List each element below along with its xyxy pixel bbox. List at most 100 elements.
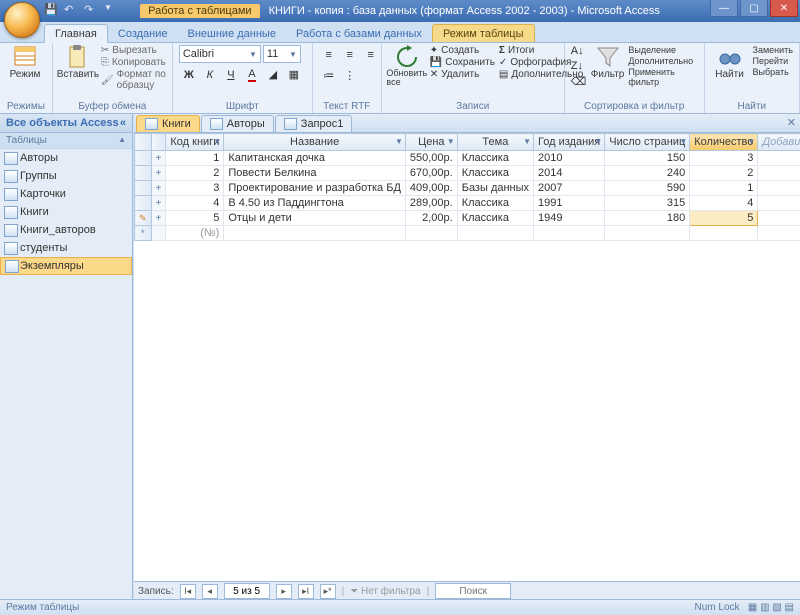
cell[interactable]: В 4.50 из Паддингтона (224, 196, 406, 211)
chevron-down-icon[interactable]: ▼ (679, 137, 687, 146)
paste-button[interactable]: Вставить (59, 45, 97, 80)
expand-row-button[interactable]: + (151, 151, 166, 166)
cell[interactable]: 1949 (534, 211, 605, 226)
align-right-button[interactable]: ≡ (361, 45, 381, 64)
font-name-combo[interactable]: Calibri▼ (179, 45, 261, 63)
row-selector[interactable] (135, 166, 152, 181)
cell[interactable]: Отцы и дети (224, 211, 406, 226)
save-icon[interactable]: 💾 (44, 3, 60, 19)
chevron-down-icon[interactable]: ▼ (447, 137, 455, 146)
cell[interactable]: 150 (605, 151, 690, 166)
cell[interactable]: Проектирование и разработка БД (224, 181, 406, 196)
cell[interactable]: 670,00р. (405, 166, 457, 181)
save-record-button[interactable]: 💾Сохранить (430, 57, 495, 68)
cell[interactable]: 180 (605, 211, 690, 226)
nav-section-tables[interactable]: Таблицы▲ (0, 133, 132, 149)
nav-item-книги[interactable]: Книги (0, 203, 132, 221)
datasheet-grid[interactable]: Код книги▼Название▼Цена▼Тема▼Год издания… (134, 133, 800, 581)
doc-tab-книги[interactable]: Книги (136, 115, 200, 132)
prev-record-button[interactable]: ◂ (202, 584, 218, 599)
bold-button[interactable]: Ж (179, 65, 199, 84)
cell[interactable]: 240 (605, 166, 690, 181)
undo-icon[interactable]: ↶ (64, 3, 80, 19)
sort-asc-button[interactable]: A↓ (571, 45, 587, 59)
cell[interactable]: 1 (166, 151, 224, 166)
new-record-button[interactable]: ✦Создать (430, 45, 495, 56)
cell[interactable]: 2 (690, 166, 758, 181)
office-button[interactable] (4, 2, 40, 38)
doc-tab-запрос1[interactable]: Запрос1 (275, 115, 353, 132)
column-header[interactable]: Год издания▼ (534, 134, 605, 151)
chevron-left-icon[interactable]: « (120, 117, 126, 129)
cell[interactable]: 2,00р. (405, 211, 457, 226)
toggle-filter-button[interactable]: Применить фильтр (628, 67, 697, 87)
last-record-button[interactable]: ▸I (298, 584, 314, 599)
column-header[interactable]: Число страниц▼ (605, 134, 690, 151)
add-field-column[interactable]: Добавить поле (758, 134, 800, 151)
align-left-button[interactable]: ≡ (319, 45, 339, 64)
gridlines-button[interactable]: ▦ (284, 65, 304, 84)
cell[interactable]: Капитанская дочка (224, 151, 406, 166)
align-center-button[interactable]: ≡ (340, 45, 360, 64)
chevron-down-icon[interactable]: ▼ (213, 137, 221, 146)
nav-pane-header[interactable]: Все объекты Access« (0, 114, 132, 133)
next-record-button[interactable]: ▸ (276, 584, 292, 599)
cell[interactable]: 409,00р. (405, 181, 457, 196)
select-all-corner[interactable] (135, 134, 152, 151)
cell[interactable] (758, 151, 800, 166)
first-record-button[interactable]: I◂ (180, 584, 196, 599)
goto-button[interactable]: Перейти (753, 56, 793, 66)
nav-item-группы[interactable]: Группы (0, 167, 132, 185)
row-selector[interactable] (135, 181, 152, 196)
expand-row-button[interactable]: + (151, 166, 166, 181)
cell[interactable]: 315 (605, 196, 690, 211)
doc-tab-авторы[interactable]: Авторы (201, 115, 274, 132)
cell[interactable]: 4 (690, 196, 758, 211)
ribbon-tab-db-tools[interactable]: Работа с базами данных (286, 25, 432, 42)
view-pivot-icon[interactable]: ▥ (760, 602, 769, 613)
cell[interactable] (758, 196, 800, 211)
cell[interactable]: 550,00р. (405, 151, 457, 166)
record-position-input[interactable] (224, 583, 270, 599)
expand-row-button[interactable]: + (151, 196, 166, 211)
underline-button[interactable]: Ч (221, 65, 241, 84)
cell[interactable]: 4 (166, 196, 224, 211)
view-chart-icon[interactable]: ▧ (772, 602, 781, 613)
collapse-icon[interactable]: ▲ (118, 135, 126, 146)
new-row-selector[interactable]: * (135, 226, 152, 241)
cell[interactable] (758, 181, 800, 196)
filter-indicator[interactable]: ⏷ Нет фильтра (350, 586, 420, 597)
cell[interactable] (758, 211, 800, 226)
column-header[interactable]: Код книги▼ (166, 134, 224, 151)
row-selector[interactable] (135, 196, 152, 211)
cell[interactable]: Классика (457, 196, 533, 211)
cut-button[interactable]: ✂Вырезать (101, 45, 166, 56)
format-painter-button[interactable]: 🖌Формат по образцу (101, 69, 166, 91)
cell[interactable]: 5 (166, 211, 224, 226)
expand-row-button[interactable]: + (151, 211, 166, 226)
cell[interactable] (758, 166, 800, 181)
nav-item-авторы[interactable]: Авторы (0, 149, 132, 167)
cell[interactable]: Классика (457, 166, 533, 181)
ribbon-tab-external[interactable]: Внешние данные (178, 25, 286, 42)
view-datasheet-icon[interactable]: ▦ (748, 602, 757, 613)
chevron-down-icon[interactable]: ▼ (747, 137, 755, 146)
cell[interactable]: 3 (166, 181, 224, 196)
expand-row-button[interactable]: + (151, 181, 166, 196)
new-record-nav-button[interactable]: ▸* (320, 584, 336, 599)
italic-button[interactable]: К (200, 65, 220, 84)
filter-button[interactable]: Фильтр (591, 45, 625, 80)
chevron-down-icon[interactable]: ▼ (395, 137, 403, 146)
clear-sort-button[interactable]: ⌫ (571, 75, 587, 89)
minimize-button[interactable]: — (710, 0, 738, 17)
font-size-combo[interactable]: 11▼ (263, 45, 301, 63)
cell[interactable]: 2 (166, 166, 224, 181)
cell[interactable]: Классика (457, 211, 533, 226)
cell[interactable]: 289,00р. (405, 196, 457, 211)
column-header[interactable]: Название▼ (224, 134, 406, 151)
ribbon-tab-create[interactable]: Создание (108, 25, 178, 42)
row-selector[interactable]: ✎ (135, 211, 152, 226)
column-header[interactable]: Тема▼ (457, 134, 533, 151)
delete-record-button[interactable]: ✕Удалить (430, 69, 495, 80)
cell[interactable]: 2007 (534, 181, 605, 196)
